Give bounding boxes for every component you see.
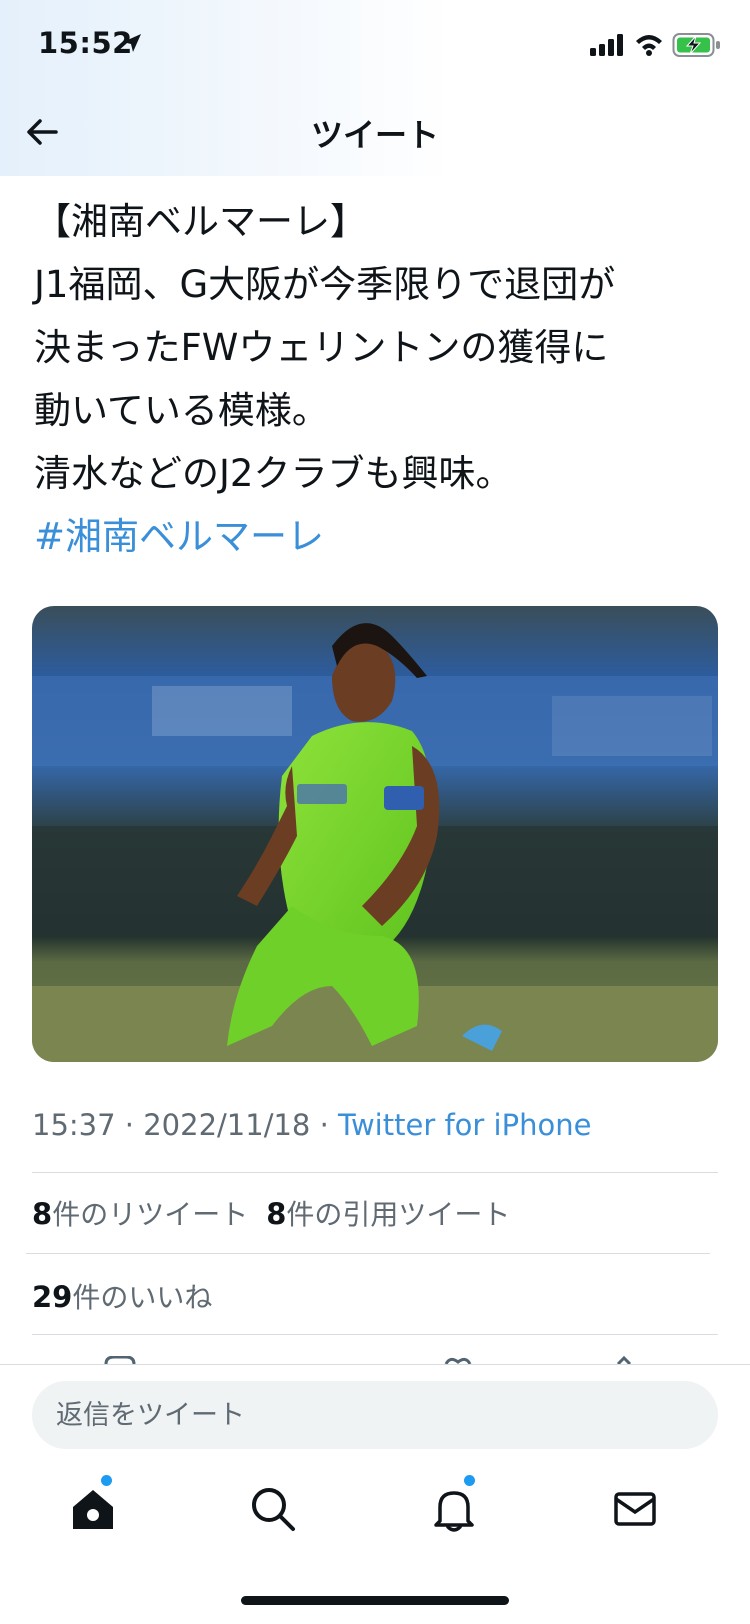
quote-count: 8 [266,1197,287,1231]
divider [32,1334,718,1335]
status-bar: 15:52 [0,0,750,90]
tab-home[interactable] [69,1485,117,1533]
tweet-photo[interactable] [32,606,718,1062]
tweet-line: 清水などのJ2クラブも興味。 [34,452,513,495]
tweet-client-link[interactable]: Twitter for iPhone [338,1108,591,1142]
retweet-count: 8 [32,1197,53,1231]
tweet-text: 【湘南ベルマーレ】 J1福岡、G大阪が今季限りで退団が 決まったFWウェリントン… [34,190,724,568]
meta-separator: · [310,1108,339,1142]
divider [32,1172,718,1173]
tweet-line: 動いている模様。 [34,389,329,432]
meta-separator: · [115,1108,144,1142]
tab-messages[interactable] [611,1485,659,1533]
cellular-signal-icon [590,34,623,56]
status-time: 15:52 [38,26,133,60]
tweet-line: J1福岡、G大阪が今季限りで退団が [34,263,616,306]
notifications-badge [464,1475,475,1486]
bottom-bar [0,1364,750,1624]
bell-icon [434,1491,474,1532]
retweets-stat[interactable]: 8件のリツイート [32,1197,249,1231]
tweet-line: 【湘南ベルマーレ】 [34,200,367,243]
quote-label: 件の引用ツイート [286,1198,511,1231]
tweet-time: 15:37 [32,1108,116,1142]
tweet-line: 決まったFWウェリントンの獲得に [34,326,609,369]
nav-bar: ツイート [0,90,750,176]
quotes-stat[interactable]: 8件の引用ツイート [266,1197,511,1231]
hashtag-link[interactable]: #湘南ベルマーレ [34,505,724,568]
retweet-label: 件のリツイート [52,1198,249,1231]
tweet-date: 2022/11/18 [143,1108,311,1142]
photo-illustration [32,606,718,1062]
reply-input[interactable] [32,1381,718,1449]
search-icon [252,1488,295,1531]
home-badge [101,1475,112,1486]
location-arrow-icon [123,34,141,52]
page-title: ツイート [310,116,439,154]
like-label: 件のいいね [72,1281,213,1314]
home-indicator [241,1596,509,1605]
reply-action-icon [104,1356,136,1364]
battery-charging-icon [672,33,720,57]
likes-stat[interactable]: 29件のいいね [32,1280,213,1314]
like-action-icon [444,1357,472,1364]
wifi-icon [636,35,662,56]
tab-search[interactable] [249,1485,297,1533]
tab-notifications[interactable] [430,1485,478,1533]
like-count: 29 [32,1280,73,1314]
stats-row-likes: 29件のいいね [32,1276,212,1316]
mail-icon [614,1492,656,1526]
divider [26,1253,710,1254]
stats-row-retweets: 8件のリツイート 8件の引用ツイート [32,1193,510,1233]
home-icon [73,1490,113,1529]
tweet-meta: 15:37 · 2022/11/18 · Twitter for iPhone [32,1108,591,1142]
share-action-icon [616,1356,632,1364]
